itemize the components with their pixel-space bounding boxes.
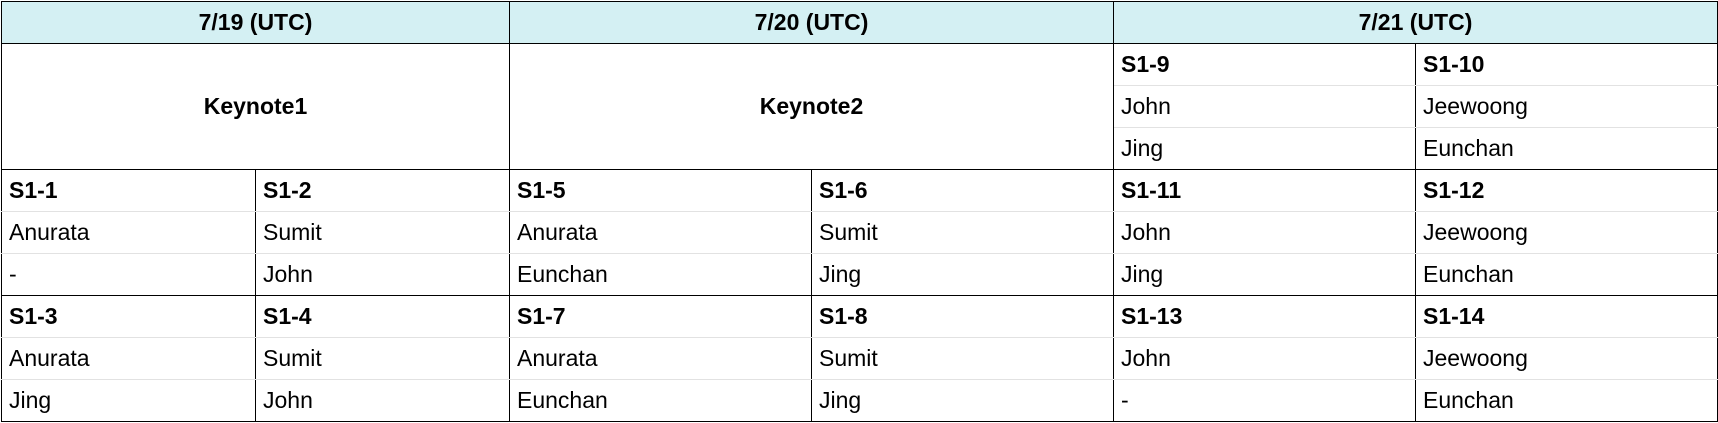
presenter-cell[interactable]: Jeewoong	[1415, 85, 1718, 128]
presenter-cell[interactable]: Anurata	[1, 337, 256, 380]
presenter-cell[interactable]: Anurata	[509, 211, 812, 254]
day-header-row: 7/19 (UTC) 7/20 (UTC) 7/21 (UTC)	[1, 1, 1718, 44]
presenter-cell[interactable]: Jing	[811, 253, 1114, 296]
session-cell[interactable]: S1-6	[811, 169, 1114, 212]
session-cell[interactable]: S1-1	[1, 169, 256, 212]
session-cell[interactable]: S1-14	[1415, 295, 1718, 338]
presenter-cell[interactable]: Sumit	[811, 337, 1114, 380]
presenter-cell[interactable]: Anurata	[509, 337, 812, 380]
table-row: S1-1 S1-2 S1-5 S1-6 S1-11 S1-12	[1, 169, 1718, 212]
keynote-cell[interactable]: Keynote2	[509, 43, 1114, 170]
keynote-cell[interactable]: Keynote1	[1, 43, 510, 170]
presenter-cell[interactable]: Jeewoong	[1415, 211, 1718, 254]
presenter-cell[interactable]: Eunchan	[1415, 379, 1718, 422]
presenter-cell[interactable]: Jeewoong	[1415, 337, 1718, 380]
presenter-cell[interactable]: Eunchan	[1415, 253, 1718, 296]
session-cell[interactable]: S1-2	[255, 169, 510, 212]
session-cell[interactable]: S1-9	[1113, 43, 1416, 86]
table-row: Anurata Sumit Anurata Sumit John Jeewoon…	[1, 337, 1718, 380]
presenter-cell[interactable]: John	[255, 253, 510, 296]
presenter-cell[interactable]: Jing	[1113, 253, 1416, 296]
session-cell[interactable]: S1-10	[1415, 43, 1718, 86]
presenter-cell[interactable]: Jing	[1, 379, 256, 422]
session-cell[interactable]: S1-4	[255, 295, 510, 338]
table-row: Keynote1 Keynote2 S1-9 S1-10	[1, 43, 1718, 170]
presenter-cell[interactable]: John	[1113, 337, 1416, 380]
day-header-cell[interactable]: 7/21 (UTC)	[1113, 1, 1718, 44]
session-cell[interactable]: S1-12	[1415, 169, 1718, 212]
presenter-cell[interactable]: Jing	[1113, 127, 1416, 170]
session-cell[interactable]: S1-7	[509, 295, 812, 338]
table-row: Jing John Eunchan Jing - Eunchan	[1, 379, 1718, 422]
presenter-cell[interactable]: Jing	[811, 379, 1114, 422]
presenter-cell[interactable]: -	[1, 253, 256, 296]
presenter-cell[interactable]: Eunchan	[1415, 127, 1718, 170]
presenter-cell[interactable]: John	[255, 379, 510, 422]
schedule-table: 7/19 (UTC) 7/20 (UTC) 7/21 (UTC) Keynote…	[1, 1, 1718, 422]
table-row: - John Eunchan Jing Jing Eunchan	[1, 253, 1718, 296]
session-cell[interactable]: S1-5	[509, 169, 812, 212]
presenter-cell[interactable]: Anurata	[1, 211, 256, 254]
schedule-spreadsheet: 7/19 (UTC) 7/20 (UTC) 7/21 (UTC) Keynote…	[0, 1, 1718, 423]
presenter-cell[interactable]: Eunchan	[509, 379, 812, 422]
presenter-cell[interactable]: Sumit	[255, 337, 510, 380]
presenter-cell[interactable]: John	[1113, 85, 1416, 128]
table-row: S1-3 S1-4 S1-7 S1-8 S1-13 S1-14	[1, 295, 1718, 338]
session-cell[interactable]: S1-11	[1113, 169, 1416, 212]
day-header-cell[interactable]: 7/19 (UTC)	[1, 1, 510, 44]
session-cell[interactable]: S1-13	[1113, 295, 1416, 338]
presenter-cell[interactable]: Sumit	[811, 211, 1114, 254]
table-row: Anurata Sumit Anurata Sumit John Jeewoon…	[1, 211, 1718, 254]
presenter-cell[interactable]: -	[1113, 379, 1416, 422]
presenter-cell[interactable]: John	[1113, 211, 1416, 254]
session-cell[interactable]: S1-8	[811, 295, 1114, 338]
presenter-cell[interactable]: Eunchan	[509, 253, 812, 296]
day-header-cell[interactable]: 7/20 (UTC)	[509, 1, 1114, 44]
session-cell[interactable]: S1-3	[1, 295, 256, 338]
presenter-cell[interactable]: Sumit	[255, 211, 510, 254]
